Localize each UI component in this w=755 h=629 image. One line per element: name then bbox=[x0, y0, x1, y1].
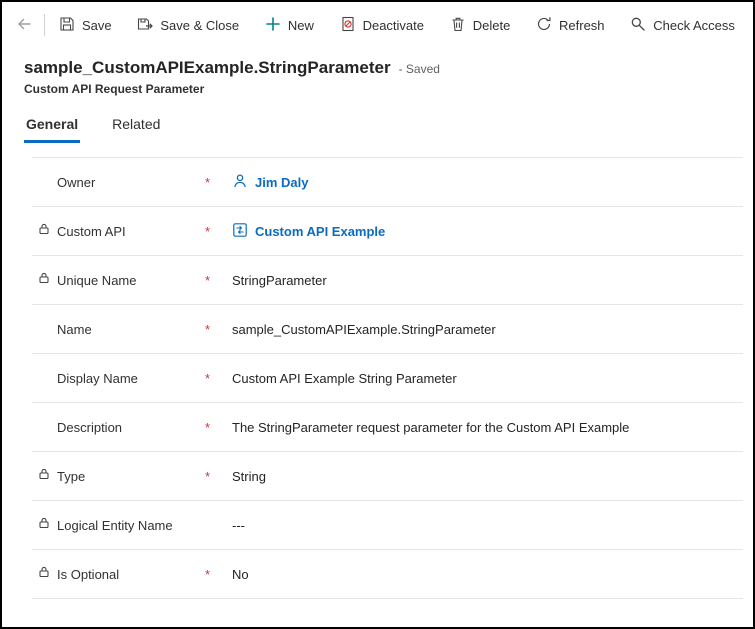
field-value[interactable]: No bbox=[232, 567, 743, 582]
check-access-label: Check Access bbox=[653, 18, 735, 33]
field-value[interactable]: sample_CustomAPIExample.StringParameter bbox=[232, 322, 743, 337]
deactivate-label: Deactivate bbox=[363, 18, 424, 33]
field-row-logical-entity-name[interactable]: Logical Entity Name --- bbox=[32, 501, 743, 550]
new-label: New bbox=[288, 18, 314, 33]
delete-button[interactable]: Delete bbox=[446, 11, 515, 40]
save-status: - Saved bbox=[399, 62, 440, 76]
tab-general[interactable]: General bbox=[24, 112, 80, 143]
plus-icon bbox=[265, 16, 281, 35]
required-indicator: * bbox=[205, 322, 232, 337]
field-value[interactable]: The StringParameter request parameter fo… bbox=[232, 420, 743, 435]
field-row-custom-api[interactable]: Custom API * Custom API Example bbox=[32, 207, 743, 256]
lock-icon bbox=[38, 516, 50, 534]
refresh-icon bbox=[536, 16, 552, 35]
field-row-display-name[interactable]: Display Name * Custom API Example String… bbox=[32, 354, 743, 403]
record-header: sample_CustomAPIExample.StringParameter … bbox=[2, 48, 753, 96]
person-icon bbox=[232, 173, 248, 192]
field-label: Is Optional bbox=[57, 567, 205, 582]
required-indicator: * bbox=[205, 371, 232, 386]
arrow-left-icon bbox=[16, 16, 32, 35]
form-section: Owner * Jim Daly Custom API * Custom API… bbox=[32, 157, 743, 599]
required-indicator: * bbox=[205, 273, 232, 288]
field-value-link[interactable]: Jim Daly bbox=[255, 175, 308, 190]
field-label: Logical Entity Name bbox=[57, 518, 205, 533]
field-value[interactable]: Custom API Example String Parameter bbox=[232, 371, 743, 386]
lock-icon-slot bbox=[38, 467, 57, 485]
deactivate-button[interactable]: Deactivate bbox=[336, 11, 428, 40]
field-value[interactable]: --- bbox=[232, 518, 743, 533]
form-tabs: General Related bbox=[2, 112, 753, 143]
delete-icon bbox=[450, 16, 466, 35]
field-label: Owner bbox=[57, 175, 205, 190]
field-label: Name bbox=[57, 322, 205, 337]
lock-icon bbox=[38, 565, 50, 583]
title-row: sample_CustomAPIExample.StringParameter … bbox=[24, 58, 731, 78]
check-access-icon bbox=[630, 16, 646, 35]
delete-label: Delete bbox=[473, 18, 511, 33]
required-indicator: * bbox=[205, 567, 232, 582]
field-row-type[interactable]: Type * String bbox=[32, 452, 743, 501]
save-icon bbox=[59, 16, 75, 35]
tab-related[interactable]: Related bbox=[110, 112, 162, 143]
required-indicator: * bbox=[205, 420, 232, 435]
command-bar: Save Save & Close New Deactivate bbox=[2, 2, 753, 48]
lock-icon bbox=[38, 467, 50, 485]
check-access-button[interactable]: Check Access bbox=[626, 11, 739, 40]
record-type-label: Custom API Request Parameter bbox=[24, 82, 731, 96]
app-window: Save Save & Close New Deactivate bbox=[0, 0, 755, 629]
field-value-link[interactable]: Custom API Example bbox=[255, 224, 385, 239]
new-button[interactable]: New bbox=[261, 11, 318, 40]
save-label: Save bbox=[82, 18, 112, 33]
refresh-label: Refresh bbox=[559, 18, 605, 33]
field-row-owner[interactable]: Owner * Jim Daly bbox=[32, 158, 743, 207]
field-value[interactable]: Custom API Example bbox=[232, 222, 743, 241]
lock-icon bbox=[38, 222, 50, 240]
field-label: Custom API bbox=[57, 224, 205, 239]
refresh-button[interactable]: Refresh bbox=[532, 11, 609, 40]
field-row-name[interactable]: Name * sample_CustomAPIExample.StringPar… bbox=[32, 305, 743, 354]
required-indicator: * bbox=[205, 175, 232, 190]
save-button[interactable]: Save bbox=[55, 11, 116, 40]
field-label: Display Name bbox=[57, 371, 205, 386]
lock-icon-slot bbox=[38, 271, 57, 289]
back-button[interactable] bbox=[10, 10, 38, 41]
field-label: Unique Name bbox=[57, 273, 205, 288]
lock-icon-slot bbox=[38, 222, 57, 240]
field-row-unique-name[interactable]: Unique Name * StringParameter bbox=[32, 256, 743, 305]
field-label: Type bbox=[57, 469, 205, 484]
lock-icon bbox=[38, 271, 50, 289]
field-row-description[interactable]: Description * The StringParameter reques… bbox=[32, 403, 743, 452]
field-row-is-optional[interactable]: Is Optional * No bbox=[32, 550, 743, 599]
required-indicator: * bbox=[205, 469, 232, 484]
save-and-close-button[interactable]: Save & Close bbox=[133, 11, 243, 40]
lock-icon-slot bbox=[38, 516, 57, 534]
field-value[interactable]: String bbox=[232, 469, 743, 484]
command-group: Save Save & Close New Deactivate bbox=[55, 11, 739, 40]
custom-api-icon bbox=[232, 222, 248, 241]
page-title: sample_CustomAPIExample.StringParameter bbox=[24, 58, 391, 78]
required-indicator: * bbox=[205, 224, 232, 239]
toolbar-divider bbox=[44, 14, 45, 36]
field-value[interactable]: StringParameter bbox=[232, 273, 743, 288]
field-label: Description bbox=[57, 420, 205, 435]
lock-icon-slot bbox=[38, 565, 57, 583]
field-value[interactable]: Jim Daly bbox=[232, 173, 743, 192]
save-close-icon bbox=[137, 16, 153, 35]
deactivate-icon bbox=[340, 16, 356, 35]
save-and-close-label: Save & Close bbox=[160, 18, 239, 33]
